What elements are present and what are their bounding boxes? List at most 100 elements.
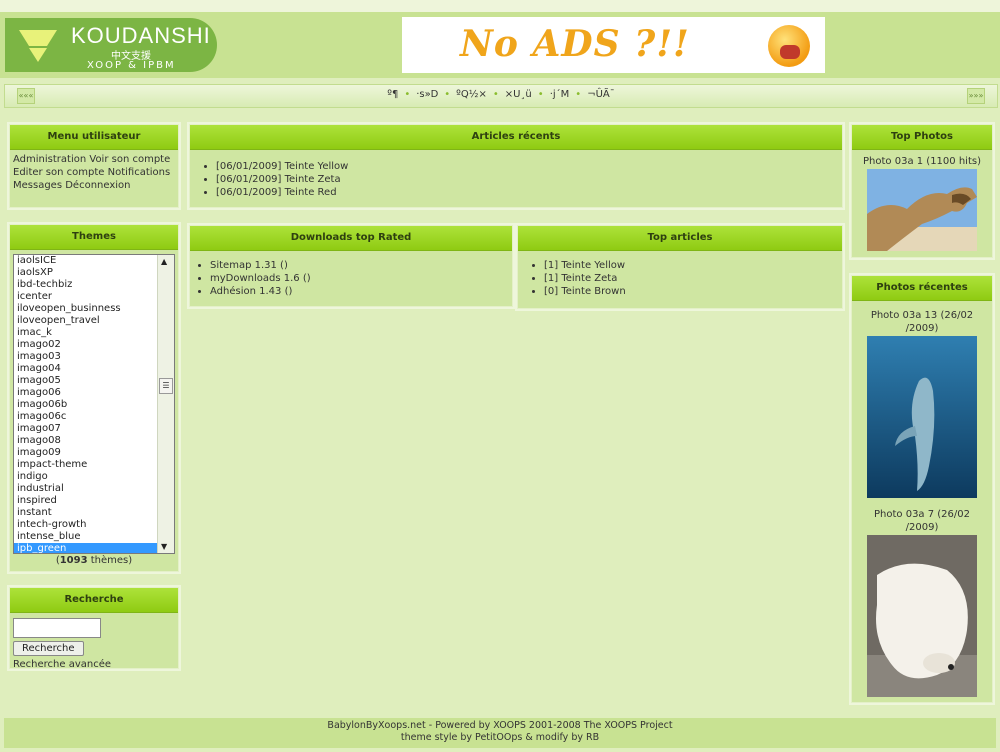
top-article-item[interactable]: [1] Teinte Yellow — [544, 259, 838, 272]
search-input[interactable] — [13, 618, 101, 638]
downloads-title: Downloads top Rated — [190, 226, 512, 251]
theme-option[interactable]: iloveopen_travel — [14, 315, 174, 327]
theme-option[interactable]: industrial — [14, 483, 174, 495]
recent-article-item[interactable]: [06/01/2009] Teinte Zeta — [216, 173, 838, 186]
camel-photo[interactable] — [867, 169, 977, 251]
download-item[interactable]: myDownloads 1.6 () — [210, 272, 508, 285]
menu-link-logout[interactable]: Déconnexion — [65, 180, 130, 191]
top-article-item[interactable]: [1] Teinte Zeta — [544, 272, 838, 285]
theme-option[interactable]: indigo — [14, 471, 174, 483]
search-title: Recherche — [10, 588, 178, 613]
recent-article-item[interactable]: [06/01/2009] Teinte Red — [216, 186, 838, 199]
nav-link[interactable]: ×U¸ü — [505, 89, 532, 100]
recent-photo-caption-1[interactable]: Photo 03a 13 (26/02 /2009) — [852, 309, 992, 335]
logo-title: KOUDANSHI — [71, 23, 211, 48]
theme-option[interactable]: imago08 — [14, 435, 174, 447]
user-menu-title: Menu utilisateur — [10, 125, 178, 150]
top-photos-title: Top Photos — [852, 125, 992, 150]
site-footer: BabylonByXoops.net - Powered by XOOPS 20… — [4, 718, 996, 748]
top-article-item[interactable]: [0] Teinte Brown — [544, 285, 838, 298]
site-logo[interactable]: KOUDANSHI 中文支援 XOOP & IPBM — [5, 18, 217, 72]
recent-photos-block: Photos récentes Photo 03a 13 (26/02 /200… — [849, 273, 995, 705]
banner-text: No ADS ?!! — [460, 23, 690, 65]
nav-separator-icon: • — [537, 89, 544, 100]
recent-articles-block: Articles récents [06/01/2009] Teinte Yel… — [187, 122, 845, 210]
nav-separator-icon: • — [444, 89, 451, 100]
theme-option[interactable]: instant — [14, 507, 174, 519]
theme-option[interactable]: imago03 — [14, 351, 174, 363]
theme-list-scrollbar[interactable]: ▲ ☰ ▼ — [157, 255, 174, 553]
recent-articles-body: [06/01/2009] Teinte Yellow [06/01/2009] … — [190, 150, 842, 209]
polar-bear-photo[interactable] — [867, 535, 977, 697]
theme-option[interactable]: intense_blue — [14, 531, 174, 543]
theme-option[interactable]: imago06b — [14, 399, 174, 411]
theme-option[interactable]: imago04 — [14, 363, 174, 375]
menu-link-view-account[interactable]: Voir son compte — [89, 154, 170, 165]
theme-option[interactable]: ibd-techbiz — [14, 279, 174, 291]
top-photos-block: Top Photos Photo 03a 1 (1100 hits) — [849, 122, 995, 260]
theme-option[interactable]: inspired — [14, 495, 174, 507]
search-body: Recherche Recherche avancée — [10, 613, 178, 673]
menu-link-edit-account[interactable]: Editer son compte — [13, 167, 104, 178]
nav-link[interactable]: ·s»D — [416, 89, 438, 100]
theme-option[interactable]: iloveopen_businness — [14, 303, 174, 315]
logo-mark-icon — [19, 30, 57, 62]
themes-block: Themes iaolsICE iaolsXP ibd-techbiz icenter… — [7, 222, 181, 574]
nav-link[interactable]: ¬ÛÃ¯ — [587, 89, 615, 100]
download-item[interactable]: Adhésion 1.43 () — [210, 285, 508, 298]
nav-link[interactable]: ·j´M — [550, 89, 570, 100]
theme-option[interactable]: iaolsICE — [14, 255, 174, 267]
logo-subtitle: XOOP & IPBM — [87, 60, 176, 71]
search-button[interactable]: Recherche — [13, 641, 84, 656]
theme-option[interactable]: imago02 — [14, 339, 174, 351]
nav-separator-icon: • — [575, 89, 582, 100]
search-block: Recherche Recherche Recherche avancée — [7, 585, 181, 671]
download-item[interactable]: Sitemap 1.31 () — [210, 259, 508, 272]
theme-option[interactable]: impact-theme — [14, 459, 174, 471]
footer-theme-credit: theme style by PetitOOps & modify by RB — [400, 732, 600, 743]
scroll-thumb[interactable]: ☰ — [159, 378, 173, 394]
theme-select-list[interactable]: iaolsICE iaolsXP ibd-techbiz icenter iloveop… — [13, 254, 175, 554]
scroll-up-icon[interactable]: ▲ — [161, 257, 167, 266]
downloads-block: Downloads top Rated Sitemap 1.31 () myDo… — [187, 223, 515, 309]
caption-line: /2009) — [905, 323, 939, 334]
site-header: KOUDANSHI 中文支援 XOOP & IPBM No ADS ?!! — [0, 12, 1000, 78]
nav-link[interactable]: ºQ½× — [456, 89, 487, 100]
user-menu-block: Menu utilisateur Administration Voir son… — [7, 122, 181, 210]
downloads-body: Sitemap 1.31 () myDownloads 1.6 () Adhés… — [190, 251, 512, 306]
theme-option[interactable]: intech-growth — [14, 519, 174, 531]
theme-option[interactable]: imac_k — [14, 327, 174, 339]
recent-photo-caption-2[interactable]: Photo 03a 7 (26/02 /2009) — [852, 508, 992, 534]
ad-banner[interactable]: No ADS ?!! — [402, 17, 825, 73]
advanced-search-link[interactable]: Recherche avancée — [13, 658, 175, 671]
menu-link-messages[interactable]: Messages — [13, 180, 62, 191]
nav-links: º¶ • ·s»D • ºQ½× • ×U¸ü • ·j´M • ¬ÛÃ¯ — [5, 89, 997, 100]
theme-option[interactable]: ipb_green — [14, 543, 174, 553]
nav-scroll-right-button[interactable]: »»» — [967, 88, 985, 104]
recent-photos-title: Photos récentes — [852, 276, 992, 301]
recent-article-item[interactable]: [06/01/2009] Teinte Yellow — [216, 160, 838, 173]
nav-separator-icon: • — [404, 89, 411, 100]
theme-option[interactable]: imago05 — [14, 375, 174, 387]
scroll-down-icon[interactable]: ▼ — [161, 542, 167, 551]
dolphin-photo[interactable] — [867, 336, 977, 498]
themes-title: Themes — [10, 225, 178, 250]
footer-powered-by[interactable]: BabylonByXoops.net - Powered by XOOPS 20… — [4, 720, 996, 732]
caption-line: Photo 03a 13 (26/02 — [870, 310, 974, 321]
theme-option[interactable]: icenter — [14, 291, 174, 303]
theme-option[interactable]: imago07 — [14, 423, 174, 435]
theme-option[interactable]: iaolsXP — [14, 267, 174, 279]
top-articles-title: Top articles — [518, 226, 842, 251]
theme-option[interactable]: imago09 — [14, 447, 174, 459]
theme-option[interactable]: imago06c — [14, 411, 174, 423]
nav-link[interactable]: º¶ — [387, 89, 398, 100]
user-menu-links: Administration Voir son compte Editer so… — [10, 150, 178, 195]
recent-articles-title: Articles récents — [190, 125, 842, 150]
top-photo-caption[interactable]: Photo 03a 1 (1100 hits) — [852, 156, 992, 167]
caption-line: Photo 03a 7 (26/02 — [874, 509, 970, 520]
top-articles-block: Top articles [1] Teinte Yellow [1] Teint… — [515, 223, 845, 311]
menu-link-admin[interactable]: Administration — [13, 154, 86, 165]
menu-link-notifications[interactable]: Notifications — [108, 167, 171, 178]
caption-line: /2009) — [905, 522, 939, 533]
theme-option[interactable]: imago06 — [14, 387, 174, 399]
